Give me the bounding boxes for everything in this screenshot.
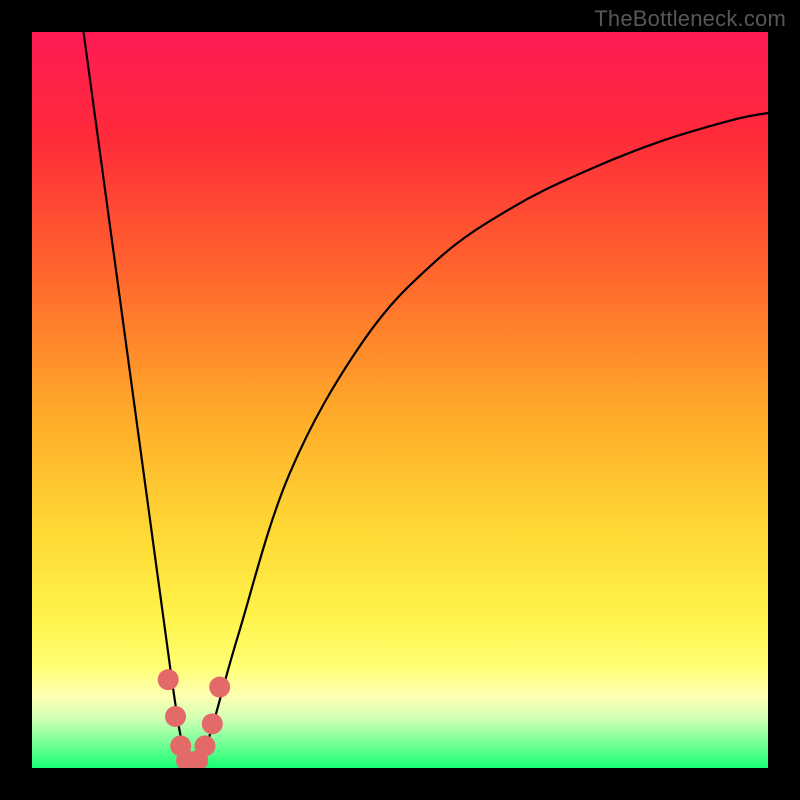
chart-frame: TheBottleneck.com <box>0 0 800 800</box>
curve-markers <box>158 669 231 768</box>
watermark-text: TheBottleneck.com <box>594 6 786 32</box>
marker-dot <box>165 706 186 727</box>
marker-dot <box>158 669 179 690</box>
curve-layer <box>32 32 768 768</box>
marker-dot <box>194 735 215 756</box>
bottleneck-curve <box>84 32 768 768</box>
marker-dot <box>202 713 223 734</box>
plot-area <box>32 32 768 768</box>
marker-dot <box>209 677 230 698</box>
